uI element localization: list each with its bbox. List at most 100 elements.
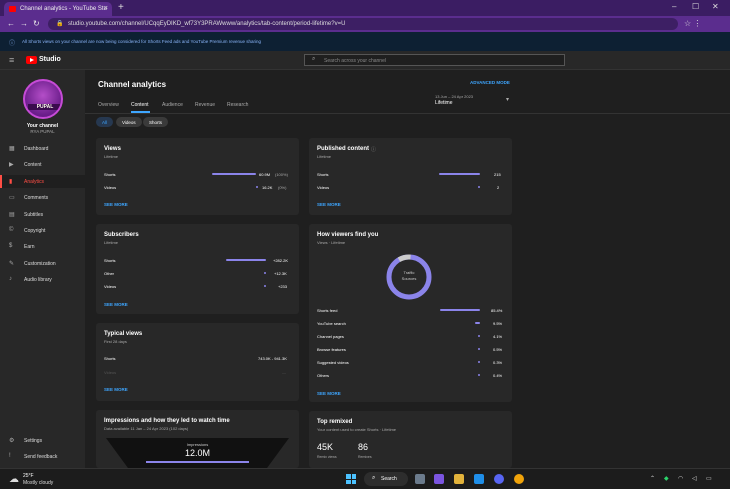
task-view-icon[interactable] [415, 474, 425, 484]
see-more-link[interactable]: SEE MORE [104, 302, 128, 307]
row-label: Shorts [104, 172, 116, 177]
row-label: Videos [317, 185, 330, 190]
impressions-value: 12.0M [184, 448, 210, 458]
chevron-down-icon: ▾ [506, 97, 510, 103]
chrome-icon[interactable] [514, 474, 524, 484]
minimize-icon[interactable]: – [672, 2, 676, 11]
card-title: Subscribers [104, 232, 139, 238]
lock-icon[interactable]: 🔒 [56, 20, 63, 27]
card-subtitle: Your content used to create Shorts · Lif… [317, 427, 397, 432]
main-content: Channel analytics ADVANCED MODE Overview… [85, 70, 730, 468]
sidebar-item-audio-library[interactable]: ♪ Audio library [0, 273, 85, 286]
row-value: 215 [494, 172, 501, 177]
advanced-mode-link[interactable]: ADVANCED MODE [470, 80, 510, 85]
dashboard-icon: ▦ [9, 146, 15, 152]
row-value: 0.4% [493, 373, 503, 378]
sidebar-item-earn[interactable]: $ Earn [0, 240, 85, 253]
reload-icon[interactable]: ↻ [33, 19, 40, 28]
sidebar-item-settings[interactable]: ⚙ Settings [0, 434, 85, 447]
sidebar-item-subtitles[interactable]: ▤ Subtitles [0, 208, 85, 221]
card-subtitle: Lifetime [317, 154, 332, 159]
search-input[interactable]: ⌕ Search across your channel [304, 54, 565, 66]
chevron-up-icon[interactable]: ⌃ [650, 475, 655, 482]
sidebar-item-analytics[interactable]: ▮ Analytics [0, 175, 85, 188]
edge-icon[interactable] [474, 474, 484, 484]
close-window-icon[interactable]: ✕ [712, 2, 719, 11]
battery-icon[interactable]: ▭ [706, 475, 712, 482]
chip-shorts[interactable]: Shorts [143, 117, 169, 127]
close-tab-icon[interactable]: × [104, 5, 108, 12]
remixes-value: 86 [358, 442, 369, 452]
donut-label-2: Sources [401, 276, 417, 281]
tab-revenue[interactable]: Revenue [195, 102, 215, 108]
tab-audience[interactable]: Audience [162, 102, 183, 108]
app-tray-icon[interactable]: ◆ [664, 475, 669, 482]
studio-logo-text[interactable]: Studio [39, 56, 61, 63]
back-icon[interactable]: ← [7, 19, 15, 28]
sidebar-item-label: Earn [24, 244, 35, 250]
card-subtitle: First 28 days [104, 339, 127, 344]
content-icon: ▶ [9, 162, 14, 168]
info-icon: ⓘ [9, 41, 16, 47]
sidebar-item-send-feedback[interactable]: ! Send feedback [0, 450, 85, 463]
analytics-icon: ▮ [9, 179, 13, 185]
row-value: 60.9M [259, 172, 271, 177]
row-label: Shorts [104, 356, 116, 361]
see-more-link[interactable]: SEE MORE [104, 202, 128, 207]
remixes-label: Remixes [358, 455, 372, 459]
volume-icon[interactable]: ◁ [692, 475, 697, 482]
row-label: Videos [104, 284, 117, 289]
row-value: 0.3% [493, 360, 503, 365]
tab-research[interactable]: Research [227, 102, 248, 108]
new-tab-button[interactable]: + [118, 2, 124, 13]
forward-icon[interactable]: → [20, 19, 28, 28]
tab-content[interactable]: Content [131, 102, 149, 108]
help-icon[interactable]: ⓘ [371, 146, 376, 153]
see-more-link[interactable]: SEE MORE [317, 202, 341, 207]
row-label: Videos [104, 370, 117, 375]
maximize-icon[interactable]: ☐ [692, 2, 699, 11]
chip-videos[interactable]: Videos [116, 117, 142, 127]
see-more-link[interactable]: SEE MORE [317, 391, 341, 396]
browser-tab-bar: Channel analytics - YouTube Stu × + – ☐ … [0, 0, 730, 16]
donut-label-1: Traffic [403, 270, 415, 275]
discord-icon[interactable] [494, 474, 504, 484]
sidebar-item-dashboard[interactable]: ▦ Dashboard [0, 142, 85, 155]
search-icon: ⌕ [372, 475, 376, 481]
start-button[interactable] [346, 474, 356, 484]
row-label: Suggested videos [317, 360, 349, 365]
sidebar-item-comments[interactable]: ▭ Comments [0, 191, 85, 204]
taskbar-search[interactable]: ⌕ Search [364, 472, 408, 486]
impressions-label: Impressions [186, 442, 209, 447]
menu-icon[interactable]: ≡ [9, 55, 14, 65]
sidebar-item-copyright[interactable]: © Copyright [0, 224, 85, 237]
see-more-link[interactable]: SEE MORE [104, 387, 128, 392]
weather-temp[interactable]: 25°F [23, 473, 34, 479]
extensions-icon[interactable]: ☆ ⋮ [684, 19, 701, 28]
sidebar: PUPAL Your channel RYA PUPAL ▦ Dashboard … [0, 70, 85, 468]
row-label: YouTube search [317, 321, 346, 326]
browser-tab[interactable]: Channel analytics - YouTube Stu × [4, 2, 112, 16]
weather-desc[interactable]: Mostly cloudy [23, 480, 53, 486]
row-label: Shorts [104, 258, 116, 263]
tab-overview[interactable]: Overview [98, 102, 119, 108]
wifi-icon[interactable]: ◠ [678, 475, 683, 482]
row-bar [478, 186, 480, 188]
chip-all[interactable]: All [96, 117, 114, 127]
chat-icon[interactable] [434, 474, 444, 484]
avatar[interactable]: PUPAL [23, 79, 63, 119]
file-explorer-icon[interactable] [454, 474, 464, 484]
row-value: +12.3K [274, 271, 287, 276]
card-subtitle: Data available 11 Jan – 24 Apr 2023 (102… [104, 426, 189, 431]
subtitles-icon: ▤ [9, 212, 15, 218]
cloud-icon[interactable]: ☁ [9, 474, 19, 485]
youtube-logo-icon[interactable] [26, 56, 37, 64]
earn-icon: $ [9, 243, 13, 249]
sidebar-item-content[interactable]: ▶ Content [0, 158, 85, 171]
tab-divider [85, 113, 730, 114]
row-bar [256, 186, 258, 188]
sidebar-item-label: Analytics [24, 179, 45, 185]
url-field[interactable]: 🔒 studio.youtube.com/channel/UCqqEyDIKD_… [48, 18, 678, 30]
row-bar [478, 348, 480, 350]
sidebar-item-customization[interactable]: ✎ Customization [0, 257, 85, 270]
